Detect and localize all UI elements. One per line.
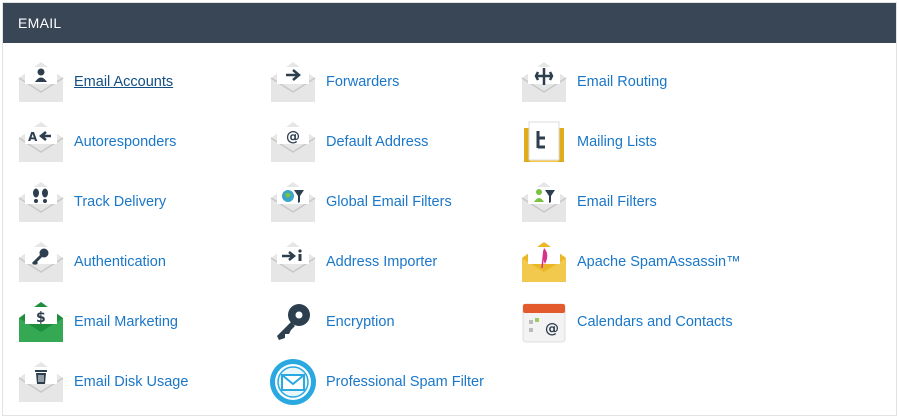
email-accounts-label: Email Accounts (74, 74, 174, 90)
professional-spam-filter-label: Professional Spam Filter (326, 374, 484, 390)
calendars-contacts-link[interactable]: @ Calendars and Contacts (520, 297, 733, 347)
default-address-link[interactable]: @ Default Address (269, 117, 428, 167)
authentication-icon (17, 238, 65, 286)
address-importer-link[interactable]: Address Importer (269, 237, 437, 287)
mailing-lists-label: Mailing Lists (577, 134, 657, 150)
email-filters-icon (520, 178, 568, 226)
svg-text:$: $ (36, 310, 46, 326)
email-filters-link[interactable]: Email Filters (520, 177, 657, 227)
track-delivery-icon (17, 178, 65, 226)
encryption-link[interactable]: Encryption (269, 297, 395, 347)
address-importer-label: Address Importer (326, 254, 438, 270)
svg-text:@: @ (286, 129, 300, 145)
forwarders-label: Forwarders (326, 74, 400, 90)
email-routing-icon (520, 58, 568, 106)
track-delivery-link[interactable]: Track Delivery (17, 177, 166, 227)
spamassassin-link[interactable]: Apache SpamAssassin™ (520, 237, 741, 287)
email-routing-label: Email Routing (577, 74, 668, 90)
calendars-contacts-label: Calendars and Contacts (577, 314, 733, 330)
autoresponders-link[interactable]: A Autoresponders (17, 117, 176, 167)
spamassassin-icon (520, 238, 568, 286)
email-accounts-link[interactable]: Email Accounts (17, 57, 173, 107)
default-address-icon: @ (269, 118, 317, 166)
email-accounts-icon (17, 58, 65, 106)
email-filters-label: Email Filters (577, 194, 657, 210)
email-marketing-link[interactable]: $ Email Marketing (17, 297, 178, 347)
forwarders-link[interactable]: Forwarders (269, 57, 399, 107)
global-email-filters-label: Global Email Filters (326, 194, 452, 210)
encryption-label: Encryption (326, 314, 395, 330)
email-routing-link[interactable]: Email Routing (520, 57, 667, 107)
mailing-lists-link[interactable]: Mailing Lists (520, 117, 657, 167)
email-disk-usage-icon (17, 358, 65, 406)
authentication-label: Authentication (74, 254, 166, 270)
professional-spam-filter-link[interactable]: Professional Spam Filter (269, 357, 484, 407)
svg-text:A: A (28, 130, 38, 144)
email-disk-usage-link[interactable]: Email Disk Usage (17, 357, 188, 407)
email-disk-usage-label: Email Disk Usage (74, 374, 189, 390)
encryption-key-icon (269, 298, 317, 346)
email-marketing-icon: $ (17, 298, 65, 346)
autoresponders-label: Autoresponders (74, 134, 177, 150)
authentication-link[interactable]: Authentication (17, 237, 166, 287)
calendars-contacts-icon: @ (520, 298, 568, 346)
section-header: EMAIL (3, 3, 896, 43)
global-email-filters-link[interactable]: Global Email Filters (269, 177, 452, 227)
svg-text:@: @ (545, 321, 559, 337)
forwarders-icon (269, 58, 317, 106)
email-marketing-label: Email Marketing (74, 314, 178, 330)
mailing-lists-icon (520, 118, 568, 166)
default-address-label: Default Address (326, 134, 429, 150)
spamassassin-label: Apache SpamAssassin™ (577, 254, 741, 270)
address-importer-icon (269, 238, 317, 286)
track-delivery-label: Track Delivery (74, 194, 167, 210)
global-email-filters-icon (269, 178, 317, 226)
professional-spam-filter-icon (269, 358, 317, 406)
email-section-panel: EMAIL Email Accounts Forwarders Email Ro… (2, 2, 897, 416)
autoresponders-icon: A (17, 118, 65, 166)
